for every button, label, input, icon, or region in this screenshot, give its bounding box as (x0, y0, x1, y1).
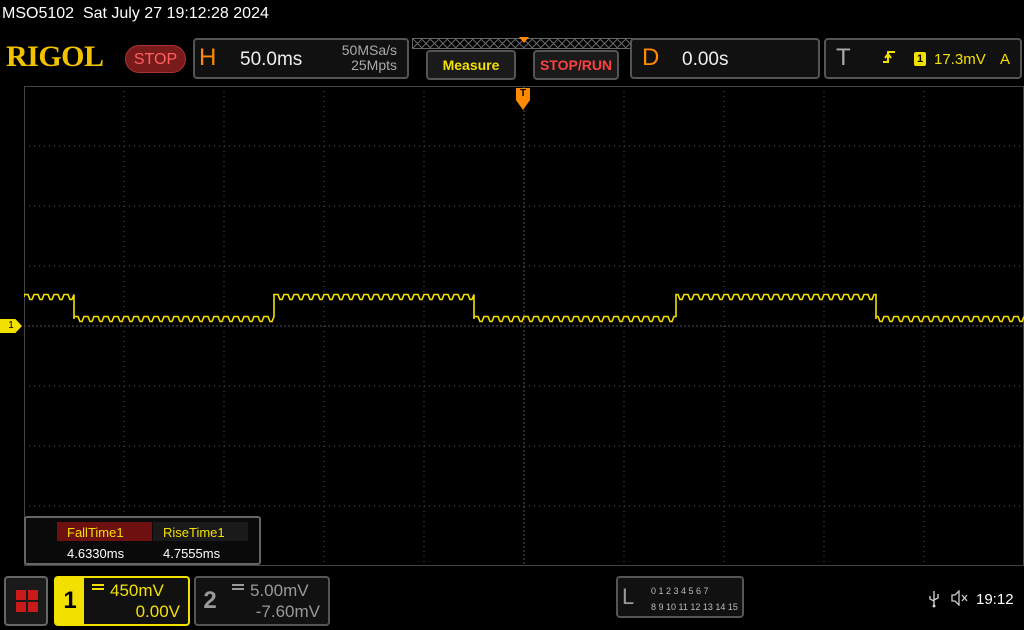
rigol-logo: RIGOL (6, 40, 104, 73)
model-name: MSO5102 (2, 5, 75, 22)
waveform-grid[interactable] (24, 86, 1024, 566)
trigger-label: T (836, 44, 851, 71)
menu-grid-icon (16, 590, 38, 612)
dc-coupling-icon (92, 584, 104, 590)
usb-icon (928, 590, 940, 612)
speaker-muted-icon[interactable] (951, 589, 969, 607)
fall-time-label: FallTime1 (57, 522, 152, 541)
main-menu-button[interactable] (4, 576, 48, 626)
dc-coupling-icon (232, 584, 244, 590)
trigger-position-marker-top (519, 37, 529, 43)
trigger-panel[interactable]: T 1 17.3mV A (824, 38, 1022, 79)
delay-value: 0.00s (682, 49, 729, 70)
system-clock: 19:12 (976, 591, 1014, 608)
channel-1-panel[interactable]: 1 450mV 0.00V (54, 576, 190, 626)
digital-channels-row-2: 8 9 10 11 12 13 14 15 (651, 602, 738, 612)
delay-panel[interactable]: D 0.00s (630, 38, 820, 79)
channel-2-number: 2 (203, 587, 217, 614)
measurement-panel[interactable]: FallTime1 RiseTime1 4.6330ms 4.7555ms (24, 516, 261, 565)
channel-2-scale: 5.00mV (250, 581, 309, 600)
channel-1-scale: 450mV (110, 581, 164, 600)
stop-run-button[interactable]: STOP/RUN (533, 50, 619, 80)
date-time: Sat July 27 19:12:28 2024 (82, 5, 269, 22)
timebase-value: 50.0ms (240, 49, 303, 70)
trigger-source-badge: 1 (914, 52, 926, 66)
rising-edge-icon (882, 49, 896, 69)
logic-analyzer-panel[interactable]: L 0 1 2 3 4 5 6 7 8 9 10 11 12 13 14 15 (616, 576, 744, 618)
run-state-badge[interactable]: STOP (125, 45, 186, 73)
channel-1-offset-marker[interactable]: 1 (0, 319, 22, 333)
channel-2-panel[interactable]: 2 5.00mV -7.60mV (194, 576, 330, 626)
channel-1-offset: 0.00V (135, 602, 180, 621)
grid-lines (24, 86, 1024, 566)
rise-time-value: 4.7555ms (163, 546, 221, 561)
measure-button[interactable]: Measure (426, 50, 516, 80)
delay-label: D (642, 44, 660, 71)
sample-info: 50MSa/s 25Mpts (342, 43, 397, 73)
trigger-mode: A (1000, 51, 1011, 68)
trigger-level: 17.3mV (934, 51, 986, 68)
memory-depth: 25Mpts (351, 57, 397, 73)
digital-channels-row-1: 0 1 2 3 4 5 6 7 (651, 586, 709, 596)
channel-2-offset: -7.60mV (255, 602, 320, 621)
horizontal-label: H (199, 44, 217, 71)
rise-time-label: RiseTime1 (153, 522, 248, 541)
horizontal-panel[interactable]: H 50.0ms 50MSa/s 25Mpts (193, 38, 409, 79)
sample-rate: 50MSa/s (341, 42, 397, 58)
logic-analyzer-label: L (622, 584, 635, 609)
fall-time-value: 4.6330ms (67, 546, 125, 561)
channel-1-number: 1 (56, 578, 84, 624)
title-bar: MSO5102 Sat July 27 19:12:28 2024 (0, 0, 1024, 32)
